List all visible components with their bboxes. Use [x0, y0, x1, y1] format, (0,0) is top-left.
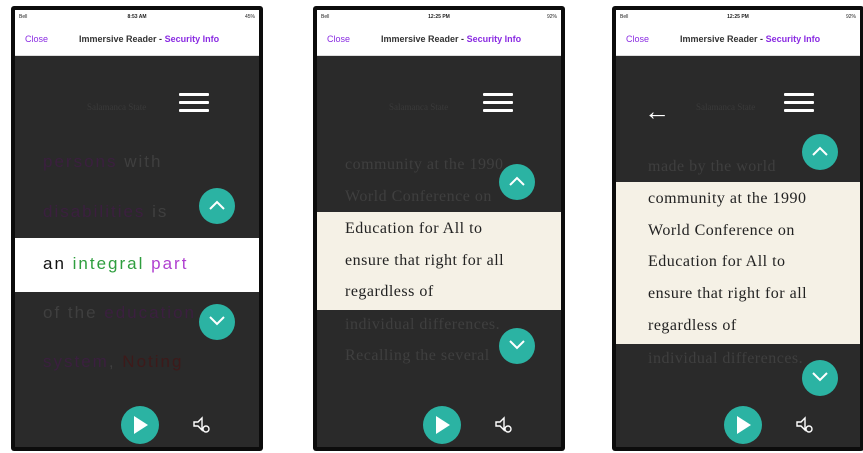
text-line-current: regardless of: [648, 317, 737, 334]
voice-settings-icon: [495, 416, 512, 433]
chevron-down-icon: [209, 316, 225, 326]
voice-settings-button[interactable]: [794, 414, 816, 436]
phone-2: Bell 12:25 PM 92% Close Immersive Reader…: [313, 6, 565, 451]
battery: 45%: [244, 14, 255, 20]
nav-title: Immersive Reader - Security Info: [680, 34, 820, 44]
word[interactable]: disabilities: [43, 202, 152, 221]
word[interactable]: system: [43, 352, 109, 371]
chevron-down-icon: [509, 340, 525, 350]
text-line-current: World Conference on: [648, 222, 795, 239]
document-title: Salamanca State: [696, 102, 756, 112]
nav-bar: Close Immersive Reader - Security Info: [15, 25, 259, 56]
close-button[interactable]: Close: [327, 34, 350, 44]
status-bar: Bell 12:25 PM 92%: [616, 10, 860, 25]
status-bar: Bell 12:25 PM 92%: [317, 10, 561, 25]
phone-3: Bell 12:25 PM 92% Close Immersive Reader…: [612, 6, 863, 451]
nav-bar: Close Immersive Reader - Security Info: [616, 25, 860, 56]
voice-settings-icon: [796, 416, 813, 433]
scroll-up-button[interactable]: [199, 188, 235, 224]
text-line-current: Education for All to: [345, 220, 483, 237]
play-button[interactable]: [724, 406, 762, 444]
reader-screen-3: Bell 12:25 PM 92% Close Immersive Reader…: [616, 10, 860, 447]
clock: 12:25 PM: [428, 14, 450, 20]
chevron-up-icon: [812, 146, 828, 156]
nav-title: Immersive Reader - Security Info: [79, 34, 219, 44]
word[interactable]: ,: [109, 352, 122, 371]
play-icon: [436, 416, 450, 434]
clock: 8:53 AM: [127, 14, 147, 20]
clock: 12:25 PM: [727, 14, 749, 20]
play-button[interactable]: [121, 406, 159, 444]
reader-screen-2: Bell 12:25 PM 92% Close Immersive Reader…: [317, 10, 561, 447]
close-button[interactable]: Close: [25, 34, 48, 44]
text-line-current: community at the 1990: [648, 190, 807, 207]
scroll-up-button[interactable]: [802, 134, 838, 170]
back-arrow-icon[interactable]: ←: [644, 98, 670, 124]
voice-settings-button[interactable]: [493, 414, 515, 436]
nav-bar: Close Immersive Reader - Security Info: [317, 25, 561, 56]
hamburger-menu-icon[interactable]: [179, 93, 209, 113]
text-line: persons with: [43, 152, 259, 172]
word[interactable]: Noting: [122, 352, 183, 371]
word[interactable]: an: [43, 254, 73, 273]
text-line-current: Education for All to: [648, 253, 786, 270]
scroll-down-button[interactable]: [199, 304, 235, 340]
voice-settings-icon: [193, 416, 210, 433]
security-info-link[interactable]: Security Info: [467, 34, 522, 44]
word[interactable]: is: [152, 202, 168, 221]
document-title: Salamanca State: [87, 102, 147, 112]
word[interactable]: education: [104, 303, 196, 322]
text-line-current: ensure that right for all: [345, 252, 505, 269]
chevron-down-icon: [812, 372, 828, 382]
reader-screen-1: Bell 8:53 AM 45% Close Immersive Reader …: [15, 10, 259, 447]
app-title: Immersive Reader -: [680, 34, 764, 44]
document-title: Salamanca State: [389, 102, 449, 112]
text-line: system, Noting: [43, 352, 259, 372]
app-title: Immersive Reader -: [79, 34, 163, 44]
hamburger-menu-icon[interactable]: [784, 93, 814, 113]
text-line-current: an integral part: [43, 254, 259, 274]
battery: 92%: [546, 14, 557, 20]
word-noun[interactable]: integral: [73, 254, 151, 273]
app-title: Immersive Reader -: [381, 34, 465, 44]
battery: 92%: [845, 14, 856, 20]
play-icon: [737, 416, 751, 434]
scroll-down-button[interactable]: [499, 328, 535, 364]
text-line-current: ensure that right for all: [648, 285, 808, 302]
chevron-up-icon: [209, 200, 225, 210]
chevron-up-icon: [509, 176, 525, 186]
play-button[interactable]: [423, 406, 461, 444]
scroll-up-button[interactable]: [499, 164, 535, 200]
security-info-link[interactable]: Security Info: [165, 34, 220, 44]
status-bar: Bell 8:53 AM 45%: [15, 10, 259, 25]
word-noun[interactable]: part: [151, 254, 188, 273]
hamburger-menu-icon[interactable]: [483, 93, 513, 113]
scroll-down-button[interactable]: [802, 360, 838, 396]
play-icon: [134, 416, 148, 434]
word[interactable]: persons: [43, 152, 124, 171]
security-info-link[interactable]: Security Info: [766, 34, 821, 44]
word[interactable]: of the: [43, 303, 104, 322]
nav-title: Immersive Reader - Security Info: [381, 34, 521, 44]
voice-settings-button[interactable]: [191, 414, 213, 436]
text-line-current: regardless of: [345, 283, 434, 300]
close-button[interactable]: Close: [626, 34, 649, 44]
word[interactable]: with: [124, 152, 162, 171]
phone-1: Bell 8:53 AM 45% Close Immersive Reader …: [11, 6, 263, 451]
